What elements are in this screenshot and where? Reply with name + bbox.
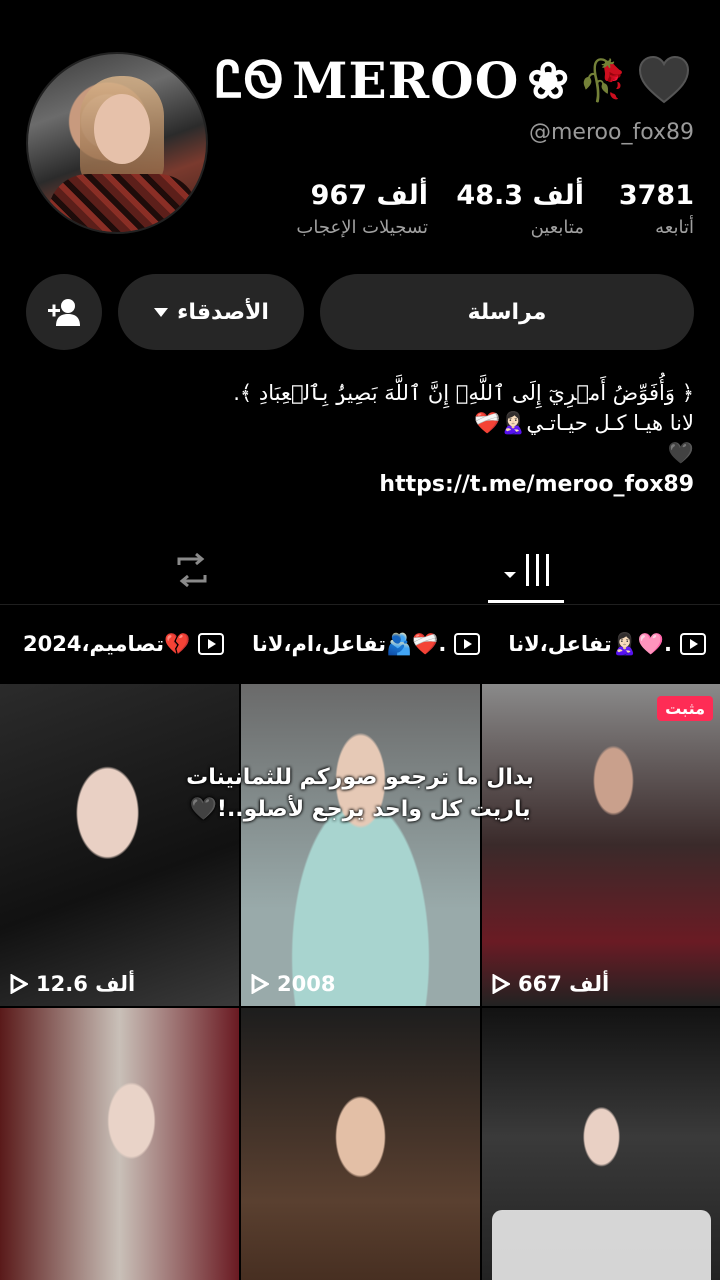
- playlists-row: تفاعل،لانا🙎🏻‍♀️🩷. تفاعل،ام،لانا🫂❤️‍🩹. تص…: [0, 622, 720, 666]
- view-count: 12.6 ألف: [10, 972, 135, 996]
- display-name: ᏝᏫ MEROO ❀ 🥀: [215, 50, 692, 110]
- pinned-badge: مثبت: [657, 696, 713, 721]
- view-count-text: 667 ألف: [518, 972, 610, 996]
- playlist-item[interactable]: تصاميم،2024💔: [9, 632, 238, 657]
- video-caption-overlay: بدال ما ترجعو صوركم للثمانينات ياريت كل …: [150, 762, 570, 826]
- play-icon: [492, 974, 510, 994]
- name-text: MEROO: [292, 50, 520, 110]
- videos-grid-icon: [504, 554, 549, 586]
- video-thumbnail[interactable]: [241, 1008, 480, 1280]
- add-friend-button[interactable]: [26, 274, 102, 350]
- stat-followers-value: 48.3 ألف: [456, 180, 584, 211]
- username-handle: @meroo_fox89: [529, 120, 694, 145]
- name-prefix: ᏝᏫ: [215, 50, 285, 109]
- video-thumbnail[interactable]: [482, 1008, 720, 1280]
- rose-icon: 🥀: [578, 57, 628, 104]
- playlist-label: تفاعل،لانا🙎🏻‍♀️🩷.: [508, 631, 672, 656]
- view-count-text: 2008: [277, 972, 336, 996]
- stat-likes-label: تسجيلات الإعجاب: [296, 217, 428, 238]
- profile-avatar[interactable]: [26, 52, 208, 234]
- video-thumbnail[interactable]: مثبت 667 ألف: [482, 684, 720, 1006]
- playlist-item[interactable]: تفاعل،ام،لانا🫂❤️‍🩹.: [238, 632, 494, 657]
- bio-link[interactable]: https://t.me/meroo_fox89: [26, 470, 694, 500]
- bio: ﴿ وَأُفَوِّضُ أَمۡرِيٓ إِلَى ٱللَّهِۚ إِ…: [26, 378, 694, 500]
- stat-likes-value: 967 ألف: [310, 180, 428, 211]
- stat-followers-label: متابعين: [530, 217, 584, 238]
- playlist-item[interactable]: تفاعل،لانا🙎🏻‍♀️🩷.: [494, 632, 720, 657]
- overlay-line-1: بدال ما ترجعو صوركم للثمانينات: [186, 765, 534, 790]
- message-button-label: مراسلة: [467, 299, 547, 325]
- repost-icon: [177, 552, 207, 588]
- video-thumbnail[interactable]: 2008: [241, 684, 480, 1006]
- bio-line-2: لانا هيـا كـل حيـاتـي🙎🏻‍♀️❤️‍🩹: [474, 411, 694, 435]
- video-thumbnail[interactable]: 12.6 ألف: [0, 684, 239, 1006]
- tab-reposts[interactable]: [152, 540, 232, 600]
- thumbnail-phone-screenshot: [492, 1210, 711, 1280]
- overlay-line-2: ياريت كل واحد يرجع لأصلو..!🖤: [189, 797, 531, 822]
- message-button[interactable]: مراسلة: [320, 274, 694, 350]
- caret-down-icon: [154, 308, 169, 317]
- stat-following[interactable]: 3781 أتابعه: [619, 180, 694, 238]
- friends-dropdown-button[interactable]: الأصدقاء: [118, 274, 304, 350]
- playlist-icon: [680, 633, 706, 655]
- flower-icon: ❀: [527, 50, 571, 110]
- view-count-text: 12.6 ألف: [36, 972, 136, 996]
- tabs-divider: [0, 604, 720, 605]
- bio-line-1: ﴿ وَأُفَوِّضُ أَمۡرِيٓ إِلَى ٱللَّهِۚ إِ…: [233, 381, 694, 405]
- tab-videos[interactable]: [488, 540, 568, 600]
- video-thumbnail[interactable]: [0, 1008, 239, 1280]
- stat-likes[interactable]: 967 ألف تسجيلات الإعجاب: [296, 180, 428, 238]
- playlist-icon: [198, 633, 225, 655]
- playlist-icon: [454, 633, 481, 655]
- play-icon: [10, 974, 28, 994]
- friends-button-label: الأصدقاء: [177, 299, 269, 325]
- playlist-label: تفاعل،ام،لانا🫂❤️‍🩹.: [252, 631, 447, 656]
- stat-following-label: أتابعه: [655, 217, 694, 238]
- black-heart-icon: [638, 55, 690, 104]
- playlist-label: تصاميم،2024💔: [23, 631, 191, 656]
- avatar-face: [94, 94, 150, 164]
- add-user-icon: [48, 299, 80, 326]
- view-count: 667 ألف: [492, 972, 609, 996]
- bio-line-3: 🖤: [667, 441, 694, 465]
- avatar-shirt: [48, 174, 198, 232]
- active-tab-indicator: [488, 600, 564, 603]
- view-count: 2008: [251, 972, 335, 996]
- play-icon: [251, 974, 269, 994]
- stat-followers[interactable]: 48.3 ألف متابعين: [456, 180, 584, 238]
- stat-following-value: 3781: [618, 180, 694, 211]
